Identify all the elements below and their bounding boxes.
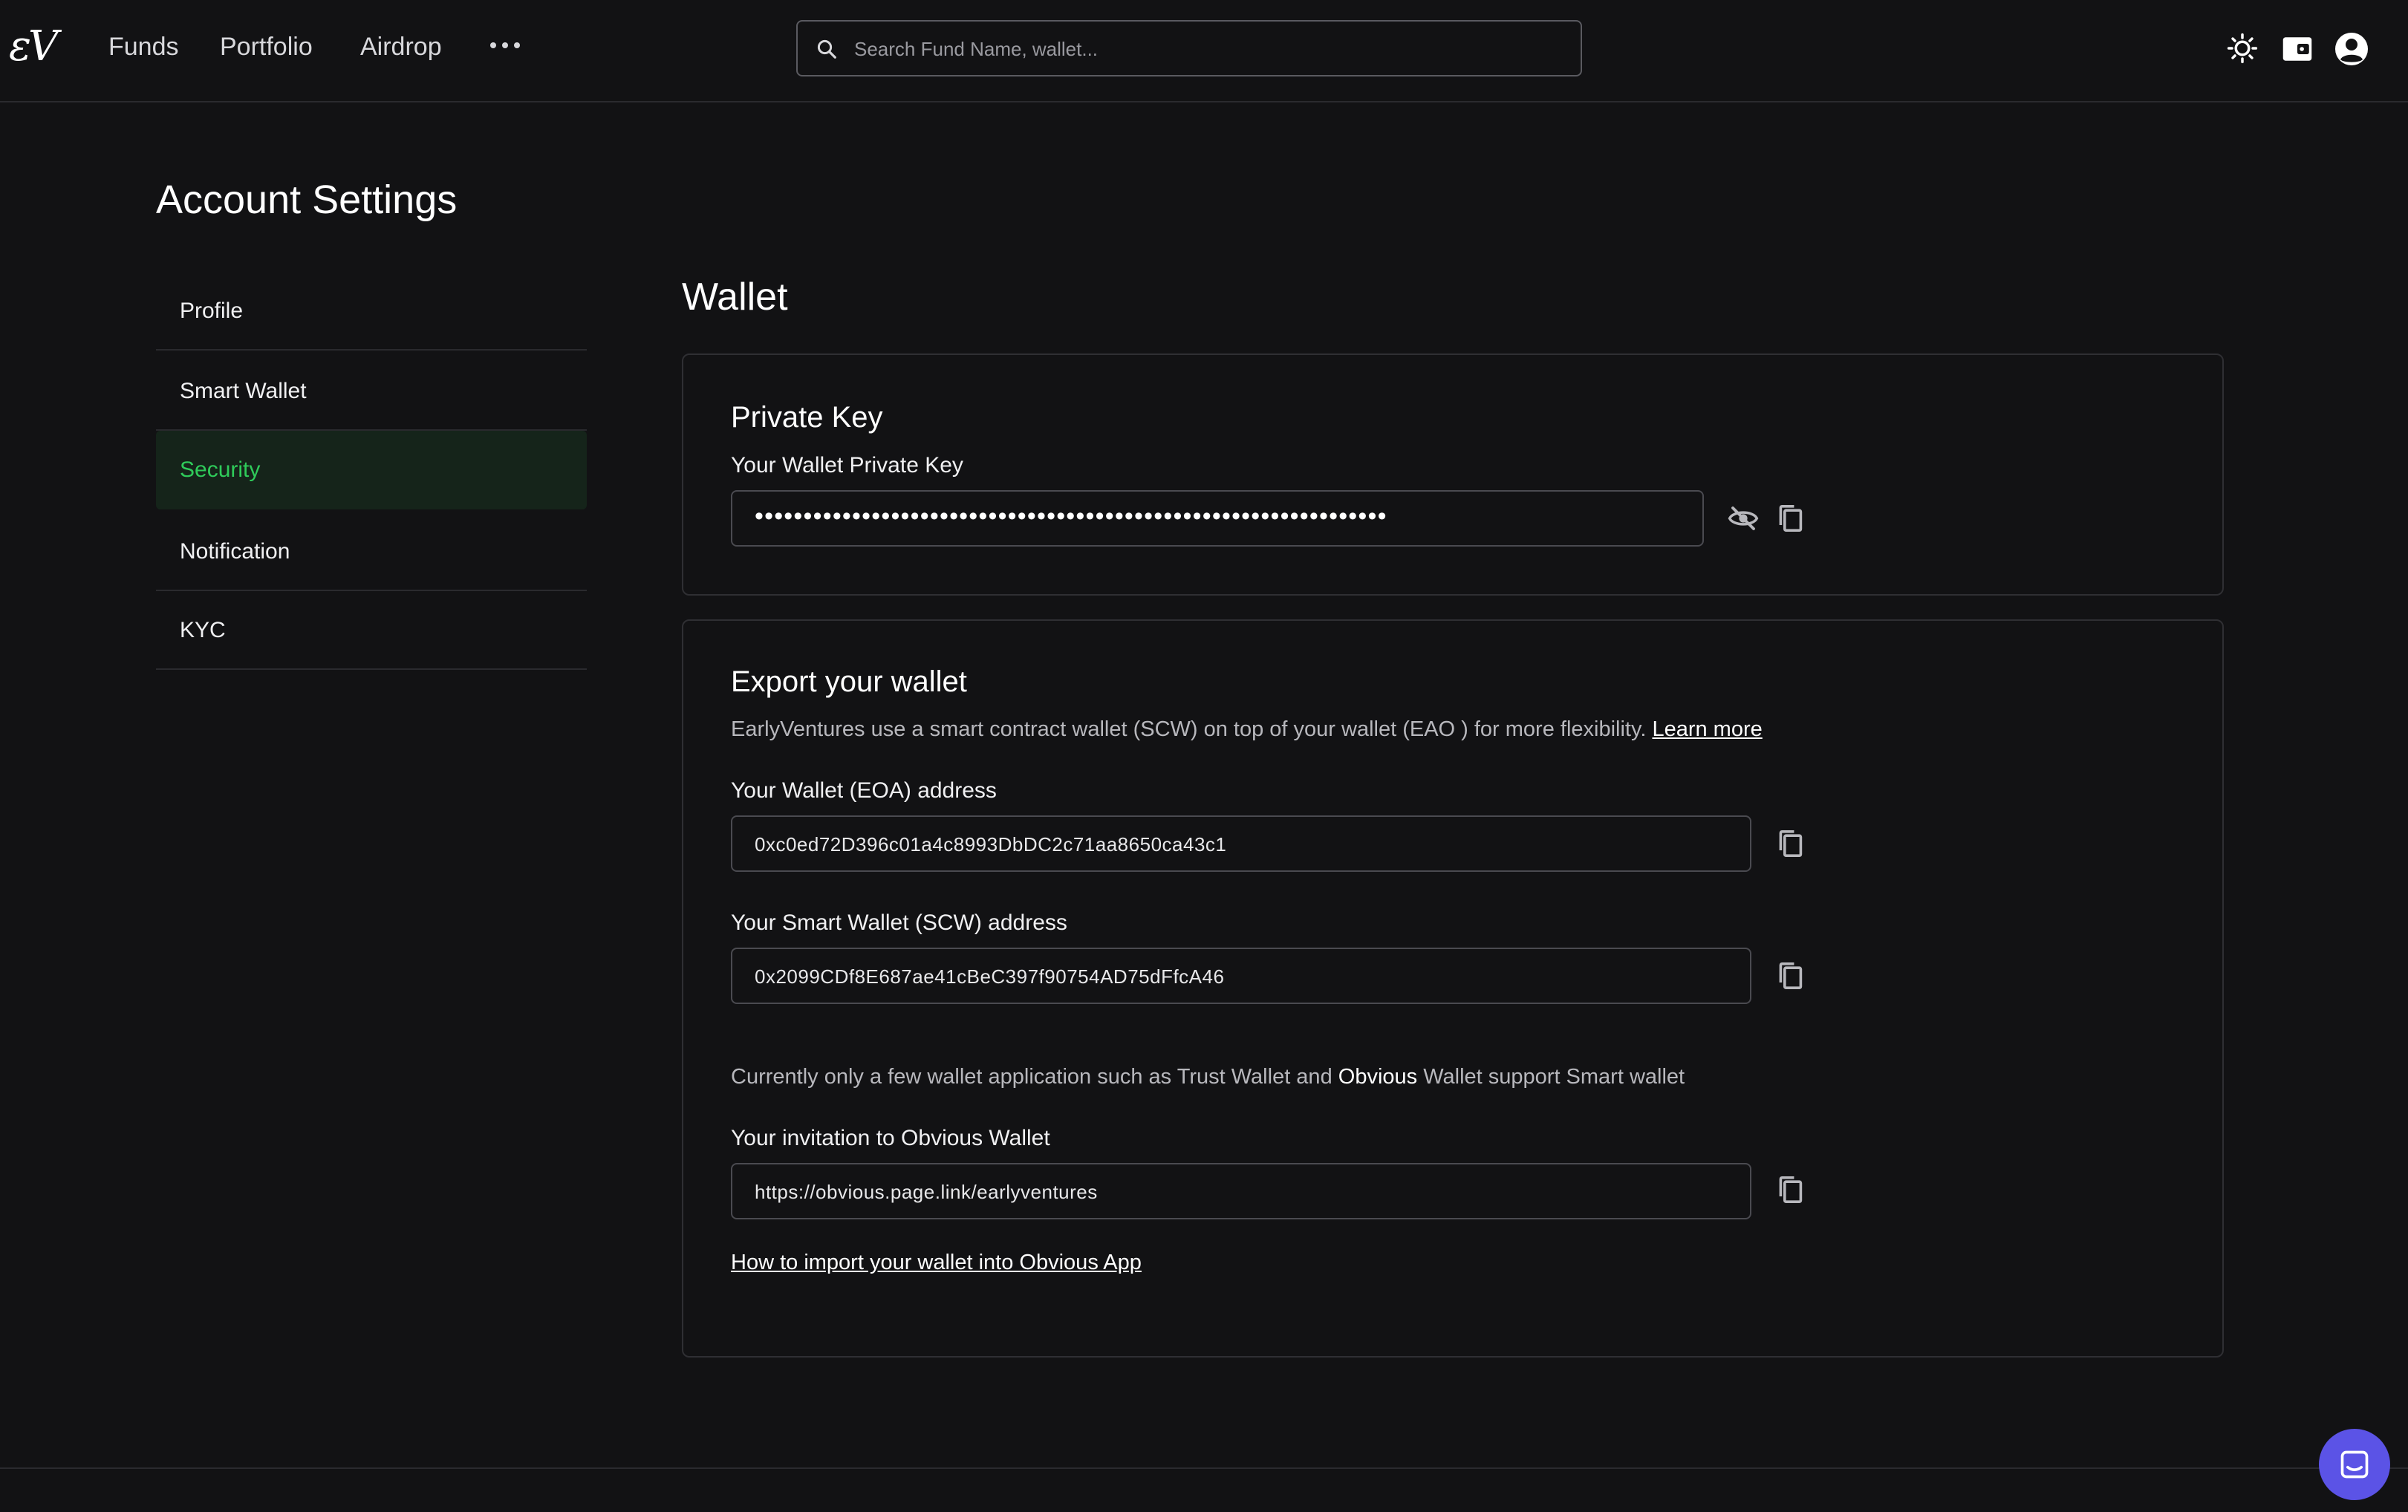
field-label: Your Wallet Private Key [731, 453, 963, 478]
scw-label: Your Smart Wallet (SCW) address [731, 910, 1067, 935]
nav-portfolio[interactable]: Portfolio [220, 33, 313, 62]
private-key-card: Private Key Your Wallet Private Key ••••… [682, 353, 2224, 596]
import-howto-link[interactable]: How to import your wallet into Obvious A… [731, 1251, 1142, 1275]
description-text: EarlyVentures use a smart contract walle… [731, 717, 1647, 741]
user-avatar-icon[interactable] [2334, 31, 2369, 67]
sidebar-item-smart-wallet[interactable]: Smart Wallet [156, 352, 587, 431]
chat-support-button[interactable] [2319, 1429, 2390, 1500]
note-prefix: Currently only a few wallet application … [731, 1065, 1332, 1089]
sidebar-item-label: Security [180, 457, 261, 482]
sun-icon[interactable] [2227, 33, 2258, 64]
scw-address-field[interactable]: 0x2099CDf8E687ae41cBeC397f90754AD75dFfcA… [731, 948, 1751, 1004]
page-title: Account Settings [156, 177, 458, 222]
copy-icon[interactable] [1777, 961, 1803, 991]
invite-label: Your invitation to Obvious Wallet [731, 1126, 1050, 1150]
eoa-address-field[interactable]: 0xc0ed72D396c01a4c8993DbDC2c71aa8650ca43… [731, 815, 1751, 872]
wallet-icon[interactable] [2282, 34, 2313, 64]
smart-wallet-note: Currently only a few wallet application … [731, 1065, 1685, 1089]
eoa-label: Your Wallet (EOA) address [731, 778, 997, 803]
sidebar-item-label: Smart Wallet [180, 379, 307, 403]
sidebar-item-profile[interactable]: Profile [156, 272, 587, 351]
brand-logo[interactable]: εV [9, 22, 58, 71]
card-title: Private Key [731, 401, 883, 434]
search-icon [817, 39, 836, 59]
export-wallet-card: Export your wallet EarlyVentures use a s… [682, 619, 2224, 1358]
nav-funds[interactable]: Funds [108, 33, 179, 62]
private-key-masked-value: ••••••••••••••••••••••••••••••••••••••••… [755, 502, 1387, 530]
sidebar-item-label: Profile [180, 299, 244, 323]
export-description: EarlyVentures use a smart contract walle… [731, 717, 1763, 742]
search-input[interactable] [853, 22, 1561, 76]
invite-link-field[interactable]: https://obvious.page.link/earlyventures [731, 1163, 1751, 1219]
sidebar-item-notification[interactable]: Notification [156, 512, 587, 591]
section-title-wallet: Wallet [682, 276, 788, 319]
footer-divider [0, 1467, 2408, 1469]
card-title: Export your wallet [731, 665, 967, 698]
eoa-address-value: 0xc0ed72D396c01a4c8993DbDC2c71aa8650ca43… [755, 833, 1227, 856]
scw-address-value: 0x2099CDf8E687ae41cBeC397f90754AD75dFfcA… [755, 965, 1225, 988]
sidebar-item-kyc[interactable]: KYC [156, 591, 587, 670]
more-dots-icon[interactable] [490, 33, 520, 58]
note-suffix: Wallet support Smart wallet [1423, 1065, 1685, 1089]
sidebar-item-label: KYC [180, 618, 226, 642]
copy-icon[interactable] [1777, 1175, 1803, 1205]
invite-link-value: https://obvious.page.link/earlyventures [755, 1181, 1098, 1203]
search-box[interactable] [796, 20, 1582, 76]
chat-icon [2340, 1450, 2369, 1479]
private-key-field[interactable]: ••••••••••••••••••••••••••••••••••••••••… [731, 490, 1704, 547]
copy-icon[interactable] [1777, 504, 1803, 533]
nav-airdrop[interactable]: Airdrop [360, 33, 442, 62]
learn-more-link[interactable]: Learn more [1652, 717, 1762, 741]
top-navigation-bar: εV Funds Portfolio Airdrop [0, 0, 2408, 102]
copy-icon[interactable] [1777, 829, 1803, 858]
sidebar-item-security[interactable]: Security [156, 431, 587, 509]
eye-off-icon[interactable] [1728, 505, 1759, 532]
note-highlight: Obvious [1338, 1065, 1418, 1089]
sidebar-item-label: Notification [180, 539, 290, 564]
